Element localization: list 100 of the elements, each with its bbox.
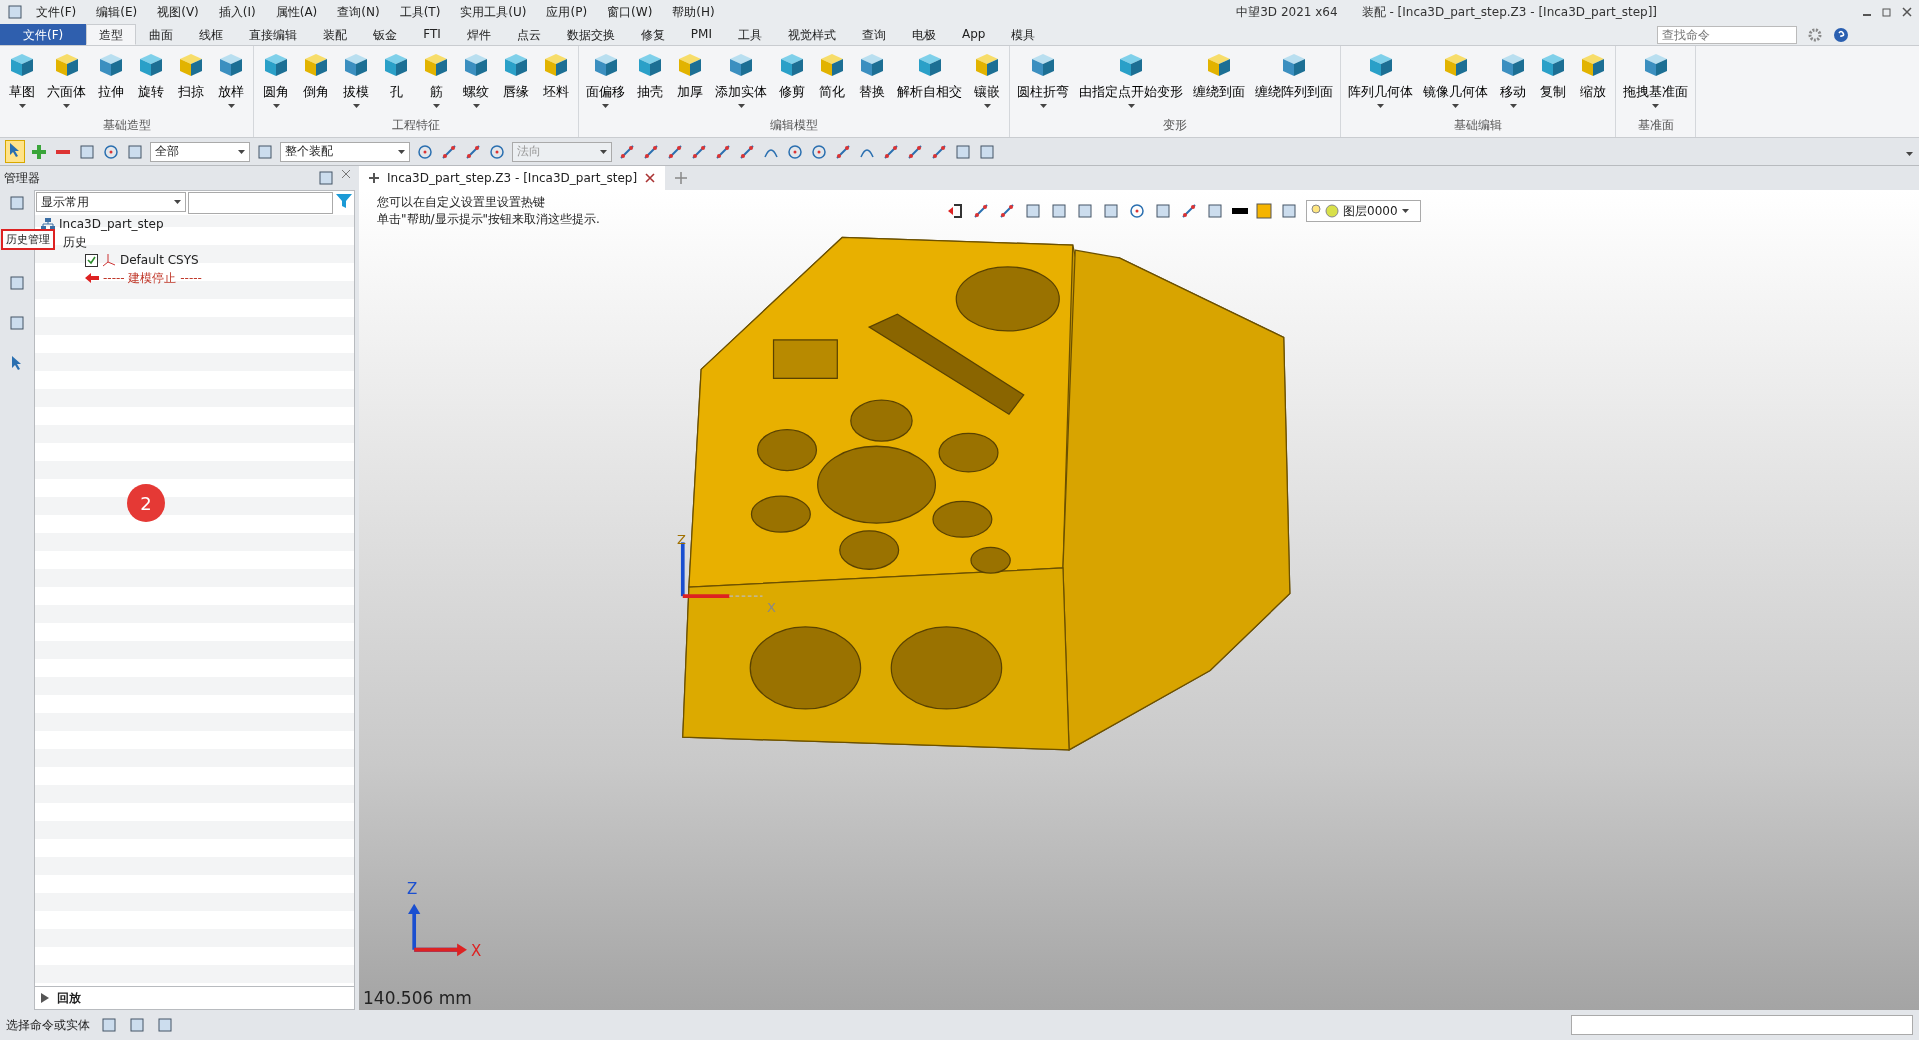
ribbon-tab[interactable]: 文件(F) (0, 24, 87, 45)
ribbon-tool-button[interactable]: 坯料 (538, 48, 574, 115)
ribbon-tab[interactable]: 修复 (627, 24, 678, 45)
ribbon-tab[interactable]: 电极 (898, 24, 949, 45)
ribbon-tool-button[interactable]: 拉伸 (93, 48, 129, 115)
box-icon[interactable] (317, 169, 335, 187)
line-icon[interactable] (834, 142, 852, 161)
help-icon[interactable] (1833, 26, 1849, 43)
menu-item[interactable]: 窗口(W) (599, 1, 661, 23)
box-icon[interactable] (1102, 202, 1120, 220)
ribbon-tool-button[interactable]: 缠绕阵列到面 (1252, 48, 1336, 115)
ribbon-tool-button[interactable]: 由指定点开始变形 (1076, 48, 1186, 115)
exit-icon[interactable] (946, 202, 964, 220)
line-icon[interactable] (906, 142, 924, 161)
box-icon[interactable] (78, 142, 96, 161)
ribbon-tool-button[interactable]: 拔模 (338, 48, 374, 115)
line-icon[interactable] (440, 142, 458, 161)
ribbon-tool-button[interactable]: 圆柱折弯 (1014, 48, 1072, 115)
face-color-icon[interactable] (1256, 203, 1272, 219)
filter-field[interactable] (188, 192, 333, 214)
ribbon-tab[interactable]: 装配 (310, 24, 361, 45)
scope-dropdown[interactable]: 整个装配 (280, 141, 410, 162)
ribbon-tool-button[interactable]: 复制 (1535, 48, 1571, 115)
ribbon-tab[interactable]: 模具 (998, 24, 1049, 45)
close-icon[interactable] (645, 173, 656, 183)
document-tab[interactable]: Inca3D_part_step.Z3 - [Inca3D_part_step] (359, 166, 666, 190)
menu-item[interactable]: 工具(T) (391, 1, 449, 23)
tree-item[interactable]: 历史 (63, 233, 87, 251)
menu-item[interactable]: 查询(N) (329, 1, 388, 23)
line-icon[interactable] (882, 142, 900, 161)
box-icon[interactable] (8, 274, 26, 292)
search-field[interactable]: 查找命令 (1657, 25, 1797, 44)
plus-icon[interactable] (30, 142, 48, 161)
menu-item[interactable]: 帮助(H) (664, 1, 723, 23)
box-icon[interactable] (156, 1016, 174, 1034)
line-color-icon[interactable] (1232, 208, 1248, 214)
ribbon-tool-button[interactable]: 螺纹 (458, 48, 494, 115)
box-icon[interactable] (1050, 202, 1068, 220)
stop-marker[interactable]: ----- 建模停止 ----- (103, 269, 202, 287)
ribbon-tool-button[interactable]: 扫掠 (173, 48, 209, 115)
box-icon[interactable] (128, 1016, 146, 1034)
ribbon-tab[interactable]: PMI (677, 24, 725, 45)
box-icon[interactable] (978, 142, 996, 161)
ribbon-tab[interactable]: 直接编辑 (236, 24, 311, 45)
menu-item[interactable]: 文件(F) (28, 1, 85, 23)
ribbon-tool-button[interactable]: 修剪 (774, 48, 810, 115)
line-icon[interactable] (1180, 202, 1198, 220)
ribbon-tool-button[interactable]: 放样 (213, 48, 249, 115)
playback-row[interactable]: 回放 (35, 986, 354, 1009)
ribbon-tool-button[interactable]: 筋 (418, 48, 454, 115)
box-icon[interactable] (256, 142, 274, 161)
display-dropdown[interactable]: 显示常用 (36, 192, 186, 212)
restore-icon[interactable] (1881, 6, 1893, 18)
ribbon-tool-button[interactable]: 圆角 (258, 48, 294, 115)
ribbon-tab[interactable]: App (948, 24, 999, 45)
line-icon[interactable] (666, 142, 684, 161)
ribbon-tool-button[interactable]: 镜像几何体 (1420, 48, 1491, 115)
ribbon-tool-button[interactable]: 拖拽基准面 (1620, 48, 1691, 115)
ribbon-tab[interactable]: 数据交换 (553, 24, 628, 45)
menu-item[interactable]: 视图(V) (149, 1, 207, 23)
line-icon[interactable] (464, 142, 482, 161)
line-icon[interactable] (972, 202, 990, 220)
circle-icon[interactable] (102, 142, 120, 161)
ribbon-tab[interactable]: 焊件 (453, 24, 504, 45)
menu-item[interactable]: 编辑(E) (88, 1, 146, 23)
circle-icon[interactable] (810, 142, 828, 161)
menu-item[interactable]: 插入(I) (210, 1, 264, 23)
box-icon[interactable] (1024, 202, 1042, 220)
close-icon[interactable] (341, 169, 351, 179)
box-icon[interactable] (954, 142, 972, 161)
add-tab-icon[interactable] (675, 172, 688, 184)
expand-icon[interactable] (41, 993, 49, 1003)
ribbon-tab[interactable]: 点云 (503, 24, 554, 45)
ribbon-tab[interactable]: 钣金 (360, 24, 411, 45)
close-icon[interactable] (1901, 6, 1913, 18)
ribbon-tool-button[interactable]: 倒角 (298, 48, 334, 115)
layer-dropdown[interactable]: 图层0000 (1306, 200, 1421, 222)
box-icon[interactable] (8, 194, 26, 212)
ribbon-tab[interactable]: 视觉样式 (774, 24, 849, 45)
ribbon-tool-button[interactable]: 草图 (4, 48, 40, 115)
line-icon[interactable] (714, 142, 732, 161)
ribbon-tab[interactable]: 造型 (86, 24, 137, 45)
circle-icon[interactable] (786, 142, 804, 161)
line-icon[interactable] (690, 142, 708, 161)
menu-item[interactable]: 应用(P) (538, 1, 596, 23)
ribbon-tool-button[interactable]: 抽壳 (632, 48, 668, 115)
menu-item[interactable]: 属性(A) (267, 1, 326, 23)
line-icon[interactable] (930, 142, 948, 161)
ribbon-tool-button[interactable]: 阵列几何体 (1345, 48, 1416, 115)
ribbon-tool-button[interactable]: 旋转 (133, 48, 169, 115)
ribbon-tool-button[interactable]: 唇缘 (498, 48, 534, 115)
ribbon-tool-button[interactable]: 六面体 (44, 48, 89, 115)
tree-item[interactable]: Default CSYS (120, 253, 199, 267)
box-icon[interactable] (1280, 202, 1298, 220)
ribbon-tool-button[interactable]: 面偏移 (583, 48, 628, 115)
ribbon-tab[interactable]: 线框 (186, 24, 237, 45)
box-icon[interactable] (1154, 202, 1172, 220)
checkbox[interactable] (85, 253, 98, 267)
ribbon-tab[interactable]: 工具 (724, 24, 775, 45)
ribbon-tool-button[interactable]: 加厚 (672, 48, 708, 115)
